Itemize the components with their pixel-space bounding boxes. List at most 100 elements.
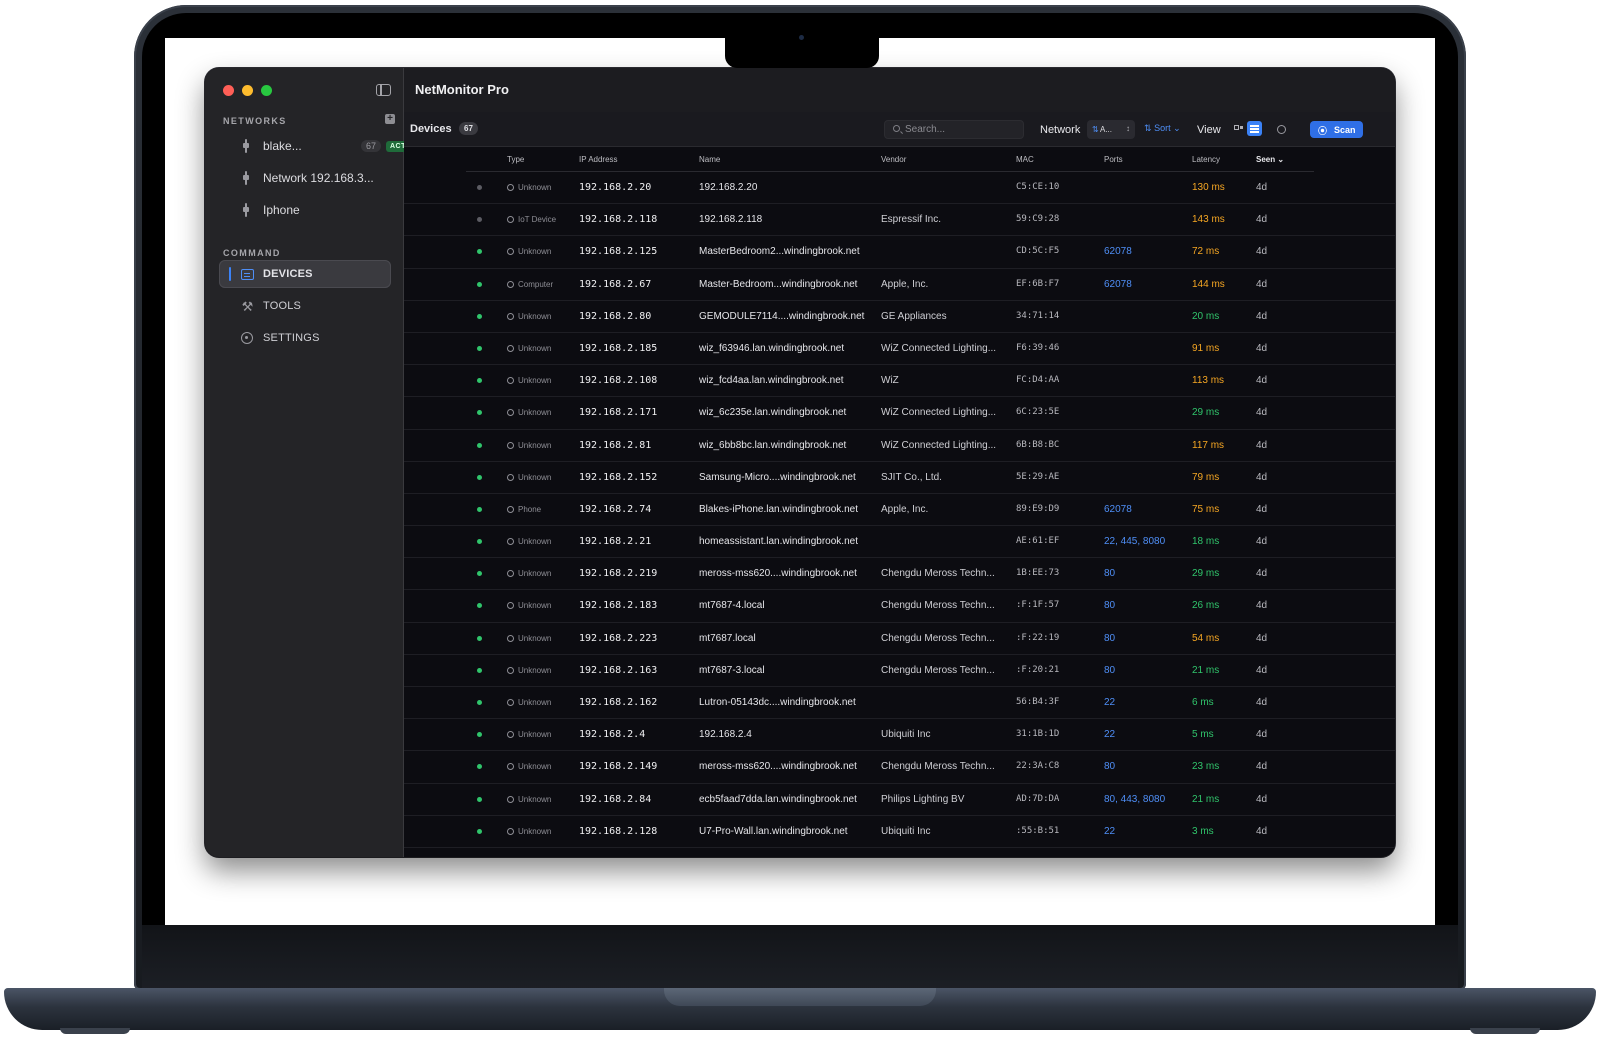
add-network-icon[interactable]: + xyxy=(385,114,395,124)
mac-cell: :55:B:51 xyxy=(1016,825,1060,836)
device-type-icon xyxy=(507,377,514,385)
antenna-icon: ⦿ xyxy=(1318,126,1328,136)
app-window: NETWORKS + blake... 67 ACTI... Network 1… xyxy=(205,68,1395,857)
sidebar-item-settings[interactable]: SETTINGS xyxy=(219,324,391,352)
refresh-icon[interactable] xyxy=(1277,125,1286,134)
status-dot xyxy=(477,313,482,319)
ports-cell: 22 xyxy=(1104,825,1116,837)
sidebar-item-tools[interactable]: ⚒ TOOLS xyxy=(219,292,391,320)
seen-cell: 4d xyxy=(1256,439,1268,451)
list-view-icon[interactable] xyxy=(1247,121,1262,136)
name-cell: Samsung-Micro....windingbrook.net xyxy=(699,471,856,483)
table-row[interactable]: Unknown 192.168.2.20 192.168.2.20 C5:CE:10 1… xyxy=(404,172,1395,205)
view-toggle xyxy=(1230,121,1263,138)
sidebar: NETWORKS + blake... 67 ACTI... Network 1… xyxy=(205,68,420,857)
table-row[interactable]: Unknown 192.168.2.84 ecb5faad7dda.lan.wind… xyxy=(404,784,1395,816)
table-row[interactable]: Unknown 192.168.2.162 Lutron-05143dc....wi… xyxy=(404,687,1395,720)
network-select[interactable]: ⇅ A... ↕ xyxy=(1087,120,1135,139)
type-label: Unknown xyxy=(518,698,552,707)
vendor-cell: Espressif Inc. xyxy=(881,214,942,226)
table-row[interactable]: Phone 192.168.2.74 Blakes-iPhone.lan.windi… xyxy=(404,494,1395,527)
grid-view-icon[interactable] xyxy=(1230,121,1245,136)
zoom-window-button[interactable] xyxy=(261,85,272,96)
column-header-type[interactable]: Type xyxy=(507,155,524,164)
ip-address-cell: 192.168.2.20 xyxy=(579,182,652,193)
chevron-down-icon: ⌄ xyxy=(1277,155,1285,164)
column-header-ip[interactable]: IP Address xyxy=(579,155,618,164)
type-label: Unknown xyxy=(518,762,552,772)
status-dot xyxy=(477,249,482,255)
table-row[interactable]: Unknown 192.168.2.128 U7-Pro-Wall.lan.wind… xyxy=(404,816,1395,848)
table-row[interactable]: Unknown 192.168.2.21 homeassistant.lan.win… xyxy=(404,526,1395,559)
table-row[interactable]: Unknown 192.168.2.149 meross-mss620....win… xyxy=(404,751,1395,784)
search-placeholder: Search... xyxy=(905,124,946,135)
network-item-192-168-3[interactable]: Network 192.168.3... xyxy=(243,168,374,188)
sort-button[interactable]: ⇅ Sort ⌄ xyxy=(1144,123,1181,134)
table-row[interactable]: Unknown 192.168.2.219 meross-mss620....win… xyxy=(404,558,1395,591)
search-input[interactable]: Search... xyxy=(884,120,1024,139)
status-dot xyxy=(477,345,482,351)
table-row[interactable]: Unknown 192.168.2.163 mt7687-3.local Chengd… xyxy=(404,655,1395,687)
type-cell: Unknown xyxy=(507,569,551,578)
name-cell: mt7687-4.local xyxy=(699,600,765,612)
column-header-seen[interactable]: Seen ⌄ xyxy=(1256,155,1284,164)
seen-cell: 4d xyxy=(1256,278,1268,290)
network-item-blake[interactable]: blake... 67 ACTI... xyxy=(243,136,420,156)
name-cell: 192.168.2.20 xyxy=(699,182,758,193)
status-dot xyxy=(477,635,482,641)
status-dot xyxy=(477,571,482,577)
seen-cell: 4d xyxy=(1256,729,1268,741)
latency-cell: 3 ms xyxy=(1192,825,1214,837)
mac-cell: 6B:B8:BC xyxy=(1016,439,1060,450)
ip-address-cell: 192.168.2.4 xyxy=(579,729,646,741)
name-cell: MasterBedroom2...windingbrook.net xyxy=(699,246,860,258)
table-row[interactable]: Computer 192.168.2.67 Master-Bedroom...win… xyxy=(404,269,1395,301)
name-cell: wiz_fcd4aa.lan.windingbrook.net xyxy=(699,375,844,387)
status-dot xyxy=(477,281,482,287)
close-window-button[interactable] xyxy=(223,85,234,96)
minimize-window-button[interactable] xyxy=(242,85,253,96)
table-row[interactable]: Unknown 192.168.2.80 GEMODULE7114....windi… xyxy=(404,301,1395,333)
table-row[interactable]: Unknown 192.168.2.4 192.168.2.4 Ubiquiti In… xyxy=(404,719,1395,752)
status-dot xyxy=(477,474,482,480)
latency-cell: 21 ms xyxy=(1192,664,1220,676)
latency-cell: 6 ms xyxy=(1192,697,1214,708)
name-cell: homeassistant.lan.windingbrook.net xyxy=(699,536,858,548)
device-type-icon xyxy=(507,731,514,739)
table-row[interactable]: Unknown 192.168.2.152 Samsung-Micro....win… xyxy=(404,462,1395,494)
network-item-iphone[interactable]: Iphone xyxy=(243,200,300,220)
status-dot xyxy=(477,539,482,545)
vendor-cell: Apple, Inc. xyxy=(881,278,929,290)
mac-cell: 89:E9:D9 xyxy=(1016,503,1060,514)
scan-button[interactable]: ⦿ Scan xyxy=(1310,121,1363,138)
table-row[interactable]: Unknown 192.168.2.183 mt7687-4.local Chengd… xyxy=(404,590,1395,623)
table-row[interactable]: IoT Device 192.168.2.118 192.168.2.118 Espr… xyxy=(404,204,1395,237)
column-header-ports[interactable]: Ports xyxy=(1104,155,1123,164)
mac-cell: 22:3A:C8 xyxy=(1016,761,1060,772)
table-row[interactable]: Unknown 192.168.2.185 wiz_f63946.lan.windi… xyxy=(404,333,1395,366)
column-header-name[interactable]: Name xyxy=(699,155,720,164)
ports-cell: 80 xyxy=(1104,664,1116,676)
table-row[interactable]: Unknown 192.168.2.108 wiz_fcd4aa.lan.windi… xyxy=(404,365,1395,398)
column-header-latency[interactable]: Latency xyxy=(1192,155,1220,164)
vendor-cell: Ubiquiti Inc xyxy=(881,825,931,837)
table-row[interactable]: Unknown 192.168.2.223 mt7687.local Chengdu … xyxy=(404,623,1395,655)
sidebar-toggle-icon[interactable] xyxy=(376,84,391,96)
ethernet-icon xyxy=(243,203,249,217)
type-cell: IoT Device xyxy=(507,215,556,224)
sidebar-item-devices[interactable]: DEVICES xyxy=(219,260,391,288)
table-row[interactable]: Unknown 192.168.2.81 wiz_6bb8bc.lan.windin… xyxy=(404,430,1395,462)
type-cell: Unknown xyxy=(507,537,551,546)
ports-cell: 80, 443, 8080 xyxy=(1104,793,1166,805)
seen-cell: 4d xyxy=(1256,568,1268,580)
status-dot xyxy=(477,764,482,770)
latency-cell: 29 ms xyxy=(1192,407,1220,419)
sidebar-item-label: DEVICES xyxy=(263,268,313,280)
column-header-mac[interactable]: MAC xyxy=(1016,155,1034,164)
type-label: Unknown xyxy=(518,601,552,611)
device-type-icon xyxy=(507,538,514,546)
status-dot xyxy=(477,217,482,223)
table-row[interactable]: Unknown 192.168.2.125 MasterBedroom2...win… xyxy=(404,236,1395,269)
table-row[interactable]: Unknown 192.168.2.171 wiz_6c235e.lan.windi… xyxy=(404,397,1395,430)
column-header-vendor[interactable]: Vendor xyxy=(881,155,906,164)
